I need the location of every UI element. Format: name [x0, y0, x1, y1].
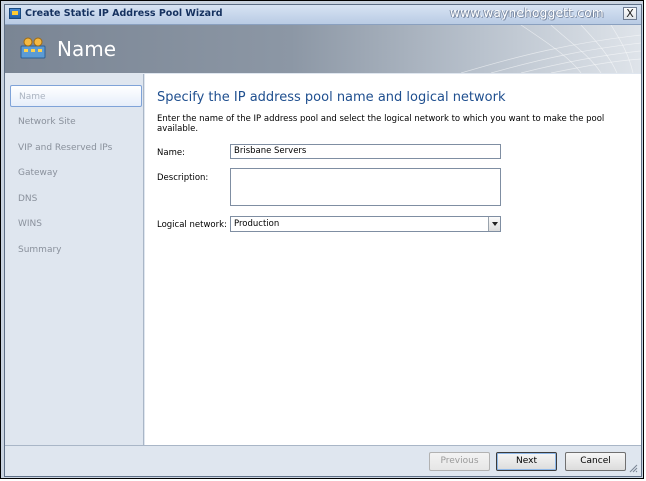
wizard-steps: Name Network Site VIP and Reserved IPs G…: [5, 74, 144, 445]
resize-grip-icon[interactable]: [629, 464, 638, 473]
step-description: Enter the name of the IP address pool an…: [157, 114, 605, 134]
wizard-window: Create Static IP Address Pool Wizard www…: [4, 4, 642, 477]
name-input[interactable]: Brisbane Servers: [230, 144, 501, 159]
cancel-button[interactable]: Cancel: [565, 452, 626, 471]
screenshot-frame: Create Static IP Address Pool Wizard www…: [0, 0, 644, 479]
logical-network-select[interactable]: Production: [230, 216, 501, 232]
logical-network-label: Logical network:: [157, 220, 227, 230]
step-heading: Specify the IP address pool name and log…: [157, 90, 506, 105]
main-content: Specify the IP address pool name and log…: [145, 74, 641, 445]
sidebar-item-wins[interactable]: WINS: [10, 213, 142, 235]
next-button[interactable]: Next: [496, 452, 557, 471]
wizard-footer: Previous Next Cancel: [5, 445, 641, 476]
page-title: Name: [57, 37, 117, 61]
wizard-header: Name: [5, 25, 641, 73]
sidebar-item-vip-reserved-ips[interactable]: VIP and Reserved IPs: [10, 137, 142, 159]
chevron-down-icon[interactable]: [488, 217, 500, 231]
title-bar[interactable]: Create Static IP Address Pool Wizard www…: [5, 5, 641, 25]
description-input[interactable]: [230, 168, 501, 206]
ip-pool-icon: [20, 37, 46, 59]
description-label: Description:: [157, 173, 209, 183]
header-decoration: [460, 25, 641, 73]
app-icon: [9, 8, 21, 19]
sidebar-item-name[interactable]: Name: [10, 85, 142, 107]
close-button[interactable]: X: [623, 7, 637, 20]
sidebar-item-gateway[interactable]: Gateway: [10, 162, 142, 184]
name-label: Name:: [157, 148, 185, 158]
sidebar-item-dns[interactable]: DNS: [10, 188, 142, 210]
window-title: Create Static IP Address Pool Wizard: [25, 8, 223, 19]
sidebar-item-summary[interactable]: Summary: [10, 239, 142, 261]
logical-network-value: Production: [234, 219, 280, 229]
previous-button[interactable]: Previous: [429, 452, 490, 471]
watermark-text: www.waynehoggett.com: [450, 6, 604, 20]
sidebar-item-network-site[interactable]: Network Site: [10, 111, 142, 133]
